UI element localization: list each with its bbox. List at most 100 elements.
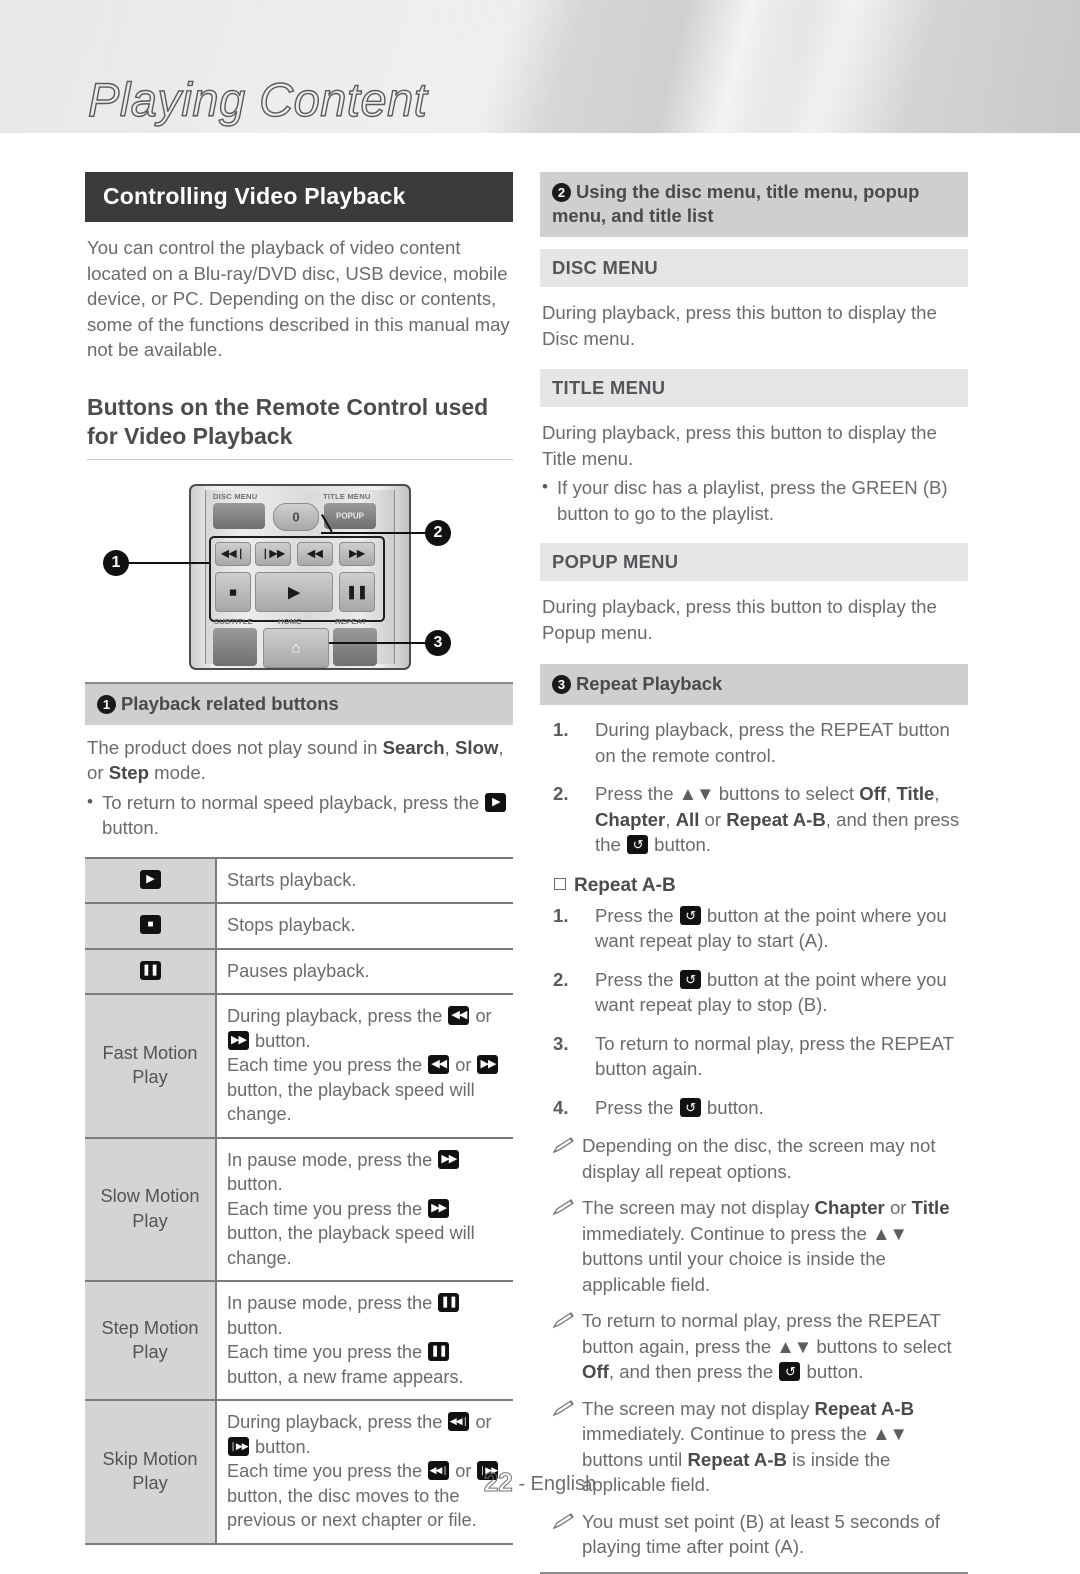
home-icon: ⌂ xyxy=(291,639,301,656)
updown-arrows-icon: ▲▼ xyxy=(678,783,715,804)
fastforward-icon: ▶▶ xyxy=(228,1030,249,1050)
rs2chapter: Chapter xyxy=(595,808,666,830)
note-1-text: Depending on the disc, the screen may no… xyxy=(582,1135,936,1182)
title-menu-bullets: If your disc has a playlist, press the G… xyxy=(540,474,970,526)
r7v2: or xyxy=(470,1412,492,1432)
right-column: 2 Using the disc menu, title menu, popup … xyxy=(540,172,970,1574)
rs2b: buttons to select xyxy=(713,783,860,804)
callout-marker-3: 3 xyxy=(425,629,451,656)
repeat-step-1: During playback, press the REPEAT button… xyxy=(553,717,950,766)
r7v3: button. xyxy=(250,1436,311,1457)
rs2e: , xyxy=(665,808,676,830)
callout3-heading: 3 Repeat Playback xyxy=(540,664,968,705)
title-menu-bullet-1: If your disc has a playlist, press the G… xyxy=(542,474,970,526)
callout-leader-3 xyxy=(329,641,425,644)
next-icon: ❘▶▶ xyxy=(228,1436,249,1456)
pause-icon: ❚❚ xyxy=(438,1293,460,1312)
remote-key-prev[interactable]: ◀◀❘ xyxy=(215,541,251,566)
updown-arrows-icon: ▲▼ xyxy=(872,1423,908,1444)
callout1-bullet-1: To return to normal speed playback, pres… xyxy=(87,789,515,841)
table-cell-value: In pause mode, press the ❚❚ button. Each … xyxy=(216,1280,513,1401)
repeat-icon: ↺ xyxy=(627,835,649,854)
table-row: ❚❚ Pauses playback. xyxy=(85,947,513,995)
remote-label-home: HOME xyxy=(278,616,302,626)
callout1-bullets: To return to normal speed playback, pres… xyxy=(85,789,515,841)
n2c: immediately. Continue to press the xyxy=(582,1222,873,1244)
subsection-divider xyxy=(87,458,513,460)
remote-key-play[interactable]: ▶ xyxy=(255,571,333,612)
callout-leader-2 xyxy=(321,531,425,534)
callout1-heading-text: Playback related buttons xyxy=(121,692,339,714)
remote-key-disc-menu[interactable] xyxy=(213,502,265,529)
rs2title: Title xyxy=(896,783,935,804)
remote-key-zero[interactable]: 0 xyxy=(273,502,319,531)
repeat-icon: ↺ xyxy=(679,905,701,925)
note-5-text: You must set point (B) at least 5 second… xyxy=(582,1510,940,1558)
remote-key-repeat[interactable] xyxy=(333,627,377,666)
remote-control-diagram: DISC MENU TITLE MENU 0 POPUP ◀◀❘ ❘▶▶ ◀◀ xyxy=(85,478,515,678)
rewind-icon: ◀◀ xyxy=(448,1006,470,1025)
callout2-heading-text: Using the disc menu, title menu, popup m… xyxy=(552,181,920,226)
r4v2: or xyxy=(470,1006,492,1026)
subsection-title-buttons-remote: Buttons on the Remote Control used for V… xyxy=(87,393,489,449)
remote-key-rewind[interactable]: ◀◀ xyxy=(297,541,333,566)
remote-key-pause[interactable]: ❚❚ xyxy=(339,571,375,612)
right-column-bottom-rule xyxy=(540,1571,968,1574)
remote-label-disc-menu: DISC MENU xyxy=(213,491,258,501)
n2title: Title xyxy=(911,1197,950,1218)
left-column: Controlling Video Playback You can contr… xyxy=(85,172,515,1545)
r4v6: button, the playback speed will change. xyxy=(227,1079,475,1125)
c1b2: Slow xyxy=(455,736,499,758)
remote-key-home[interactable]: ⌂ xyxy=(263,627,329,668)
callout1-heading: 1 Playback related buttons xyxy=(85,683,513,725)
r6v1: In pause mode, press the xyxy=(227,1293,438,1313)
repeat-ab-step-3: To return to normal play, press the REPE… xyxy=(553,1031,954,1080)
remote-key-stop[interactable]: ■ xyxy=(215,571,251,612)
n4b: immediately. Continue to press the xyxy=(582,1423,873,1444)
c1p4: mode. xyxy=(149,762,206,783)
c1b3: Step xyxy=(108,762,149,783)
pause-icon: ❚❚ xyxy=(428,1342,450,1361)
prev-icon: ◀◀❘ xyxy=(448,1412,470,1431)
table-cell-value: During playback, press the ◀◀ or ▶▶ butt… xyxy=(216,993,513,1139)
pencil-icon xyxy=(552,1199,574,1216)
fastforward-icon: ▶▶ xyxy=(349,548,365,559)
c1p1: The product does not play sound in xyxy=(87,736,383,758)
remote-key-popup[interactable]: POPUP xyxy=(324,502,376,529)
fastforward-icon: ▶▶ xyxy=(438,1149,460,1169)
remote-key-subtitle[interactable] xyxy=(213,627,257,666)
page-footer: 22 - English xyxy=(0,1467,1080,1498)
fastforward-icon: ▶▶ xyxy=(477,1055,499,1074)
n3c: , and then press the xyxy=(608,1361,779,1382)
table-cell-value: In pause mode, press the ▶▶ button. Each … xyxy=(216,1136,513,1282)
playback-buttons-table: ▶ Starts playback. ■ Stops playback. ❚❚ … xyxy=(85,856,513,1545)
callout-leader-1 xyxy=(129,561,209,564)
rs2all: All xyxy=(675,808,700,830)
pause-icon: ❚❚ xyxy=(139,960,161,980)
popup-menu-heading: POPUP MENU xyxy=(540,543,968,581)
square-bullet-icon xyxy=(554,877,566,890)
table-row: ■ Stops playback. xyxy=(85,902,513,950)
remote-key-fastforward[interactable]: ▶▶ xyxy=(339,541,375,566)
ab1a: Press the xyxy=(595,904,679,926)
rs2off: Off xyxy=(859,783,887,804)
table-cell-value: Stops playback. xyxy=(216,902,513,950)
rs2a: Press the xyxy=(595,783,679,804)
r5v3: button. xyxy=(227,1174,283,1194)
callout2-heading: 2 Using the disc menu, title menu, popup … xyxy=(540,172,968,237)
remote-key-next[interactable]: ❘▶▶ xyxy=(255,541,291,566)
table-cell-key: Step Motion Play xyxy=(85,1280,217,1401)
rs2h: button. xyxy=(649,834,712,855)
table-cell-key: ▶ xyxy=(85,856,217,904)
note-3: To return to normal play, press the REPE… xyxy=(540,1308,970,1385)
prev-icon: ◀◀❘ xyxy=(221,548,245,559)
table-row: Fast Motion Play During playback, press … xyxy=(85,993,513,1139)
n4ab1: Repeat A-B xyxy=(814,1397,915,1419)
r4v1: During playback, press the xyxy=(227,1006,448,1026)
pencil-icon xyxy=(552,1137,574,1154)
updown-arrows-icon: ▲▼ xyxy=(872,1222,908,1244)
n3b: buttons to select xyxy=(811,1335,952,1357)
pencil-icon xyxy=(552,1512,574,1529)
c1bul-b: button. xyxy=(102,817,159,838)
n4a: The screen may not display xyxy=(582,1397,815,1419)
